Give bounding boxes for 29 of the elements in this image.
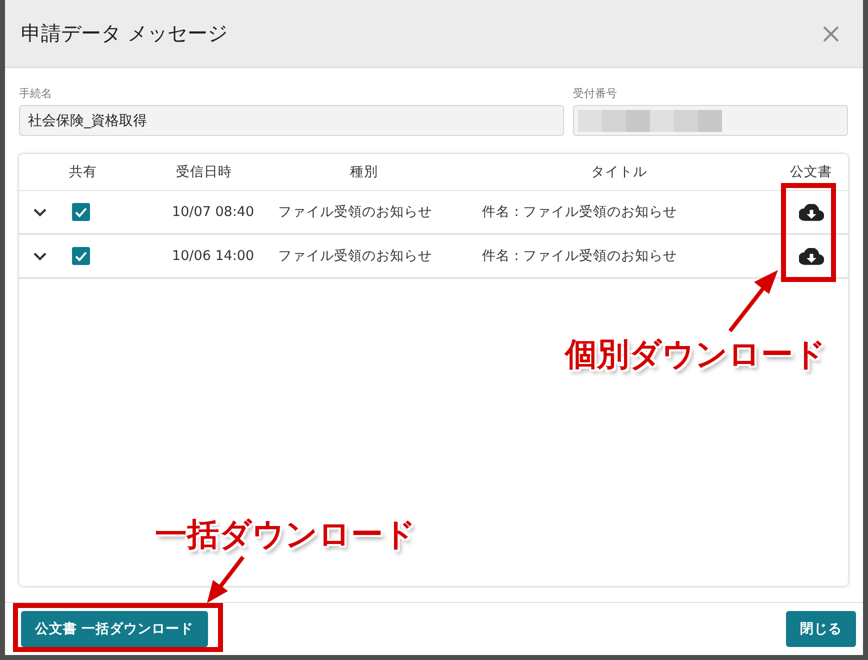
chevron-icon[interactable]	[33, 252, 47, 260]
column-header: 種別	[349, 163, 379, 181]
table-cell-text: ファイル受領のお知らせ	[278, 203, 433, 221]
bulk-download-button[interactable]: 公文書 一括ダウンロード	[21, 611, 208, 647]
table-cell-text: 10/07 08:40	[172, 204, 256, 220]
input-field[interactable]	[573, 105, 848, 136]
field-label: 手続名	[19, 86, 53, 101]
field-label: 受付番号	[573, 86, 618, 101]
table-cell-text: 件名 : ファイル受領のお知らせ	[482, 247, 678, 265]
close-button[interactable]: 閉じる	[786, 611, 856, 647]
table-cell-text: 件名 : ファイル受領のお知らせ	[482, 203, 678, 221]
callout-text: 個別ダウンロード	[565, 334, 826, 375]
arrow	[728, 270, 778, 332]
callout-text: 一括ダウンロード	[155, 514, 416, 555]
arrow	[207, 556, 245, 603]
input-field[interactable]: 社会保険_資格取得	[19, 105, 564, 136]
column-header: 公文書	[789, 163, 833, 181]
share-checkbox[interactable]	[72, 203, 90, 221]
table-cell-text: ファイル受領のお知らせ	[278, 247, 433, 265]
share-checkbox[interactable]	[72, 247, 90, 265]
table-cell-text: 10/06 14:00	[172, 248, 256, 264]
cloud-download-icon[interactable]	[799, 204, 824, 220]
column-header: タイトル	[590, 163, 648, 181]
column-header: 受信日時	[175, 163, 233, 181]
cloud-download-icon[interactable]	[799, 248, 824, 264]
chevron-icon[interactable]	[33, 208, 47, 216]
column-header: 共有	[68, 163, 98, 181]
close-icon[interactable]	[822, 24, 840, 42]
dialog-title: 申請データ メッセージ	[21, 20, 228, 47]
